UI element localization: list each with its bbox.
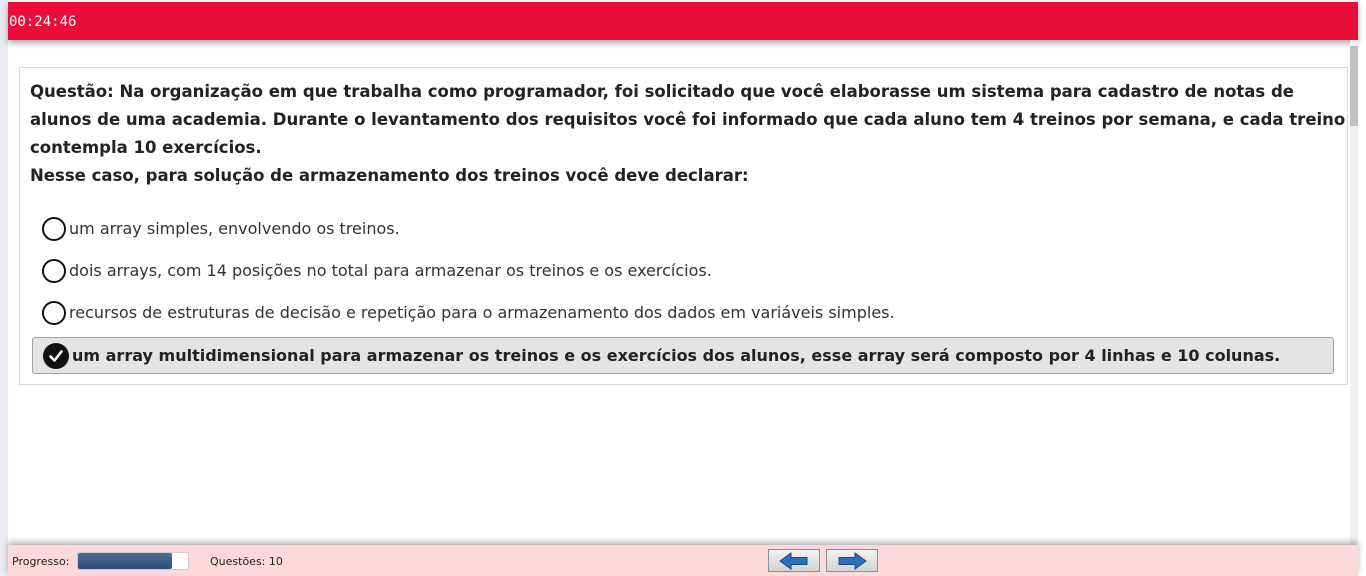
checkmark-icon[interactable] (43, 342, 69, 369)
quiz-window: 00:24:46 Questão: Na organização em que … (8, 0, 1358, 576)
question-prompt: Nesse caso, para solução de armazenament… (30, 166, 749, 185)
window-left-edge (0, 0, 8, 576)
question-card: Questão: Na organização em que trabalha … (19, 67, 1348, 385)
progress-bar (77, 552, 189, 570)
arrow-left-icon (779, 551, 808, 570)
option-3[interactable]: recursos de estruturas de decisão e repe… (32, 295, 1334, 330)
option-1[interactable]: um array simples, envolvendo os treinos. (32, 211, 1334, 246)
timer: 00:24:46 (9, 14, 77, 30)
radio-unchecked-icon[interactable] (42, 258, 66, 283)
option-label: dois arrays, com 14 posições no total pa… (69, 261, 712, 280)
progress-fill (78, 553, 172, 569)
arrow-right-icon (838, 551, 867, 570)
scrollbar-thumb[interactable] (1350, 46, 1358, 126)
option-label: um array multidimensional para armazenar… (72, 346, 1281, 365)
progress-label: Progresso: (12, 555, 70, 568)
next-button[interactable] (826, 549, 878, 572)
option-label: um array simples, envolvendo os treinos. (69, 219, 400, 238)
previous-button[interactable] (768, 549, 820, 572)
option-label: recursos de estruturas de decisão e repe… (69, 303, 895, 322)
questions-count: Questões: 10 (210, 555, 283, 568)
header-bar: 00:24:46 (8, 2, 1358, 40)
radio-unchecked-icon[interactable] (42, 300, 66, 325)
radio-unchecked-icon[interactable] (42, 216, 66, 241)
question-text: Questão: Na organização em que trabalha … (30, 82, 1346, 157)
option-4-selected[interactable]: um array multidimensional para armazenar… (32, 337, 1334, 374)
footer-bar: Progresso: Questões: 10 (8, 545, 1358, 576)
option-2[interactable]: dois arrays, com 14 posições no total pa… (32, 253, 1334, 288)
question-text-block: Questão: Na organização em que trabalha … (30, 78, 1346, 190)
